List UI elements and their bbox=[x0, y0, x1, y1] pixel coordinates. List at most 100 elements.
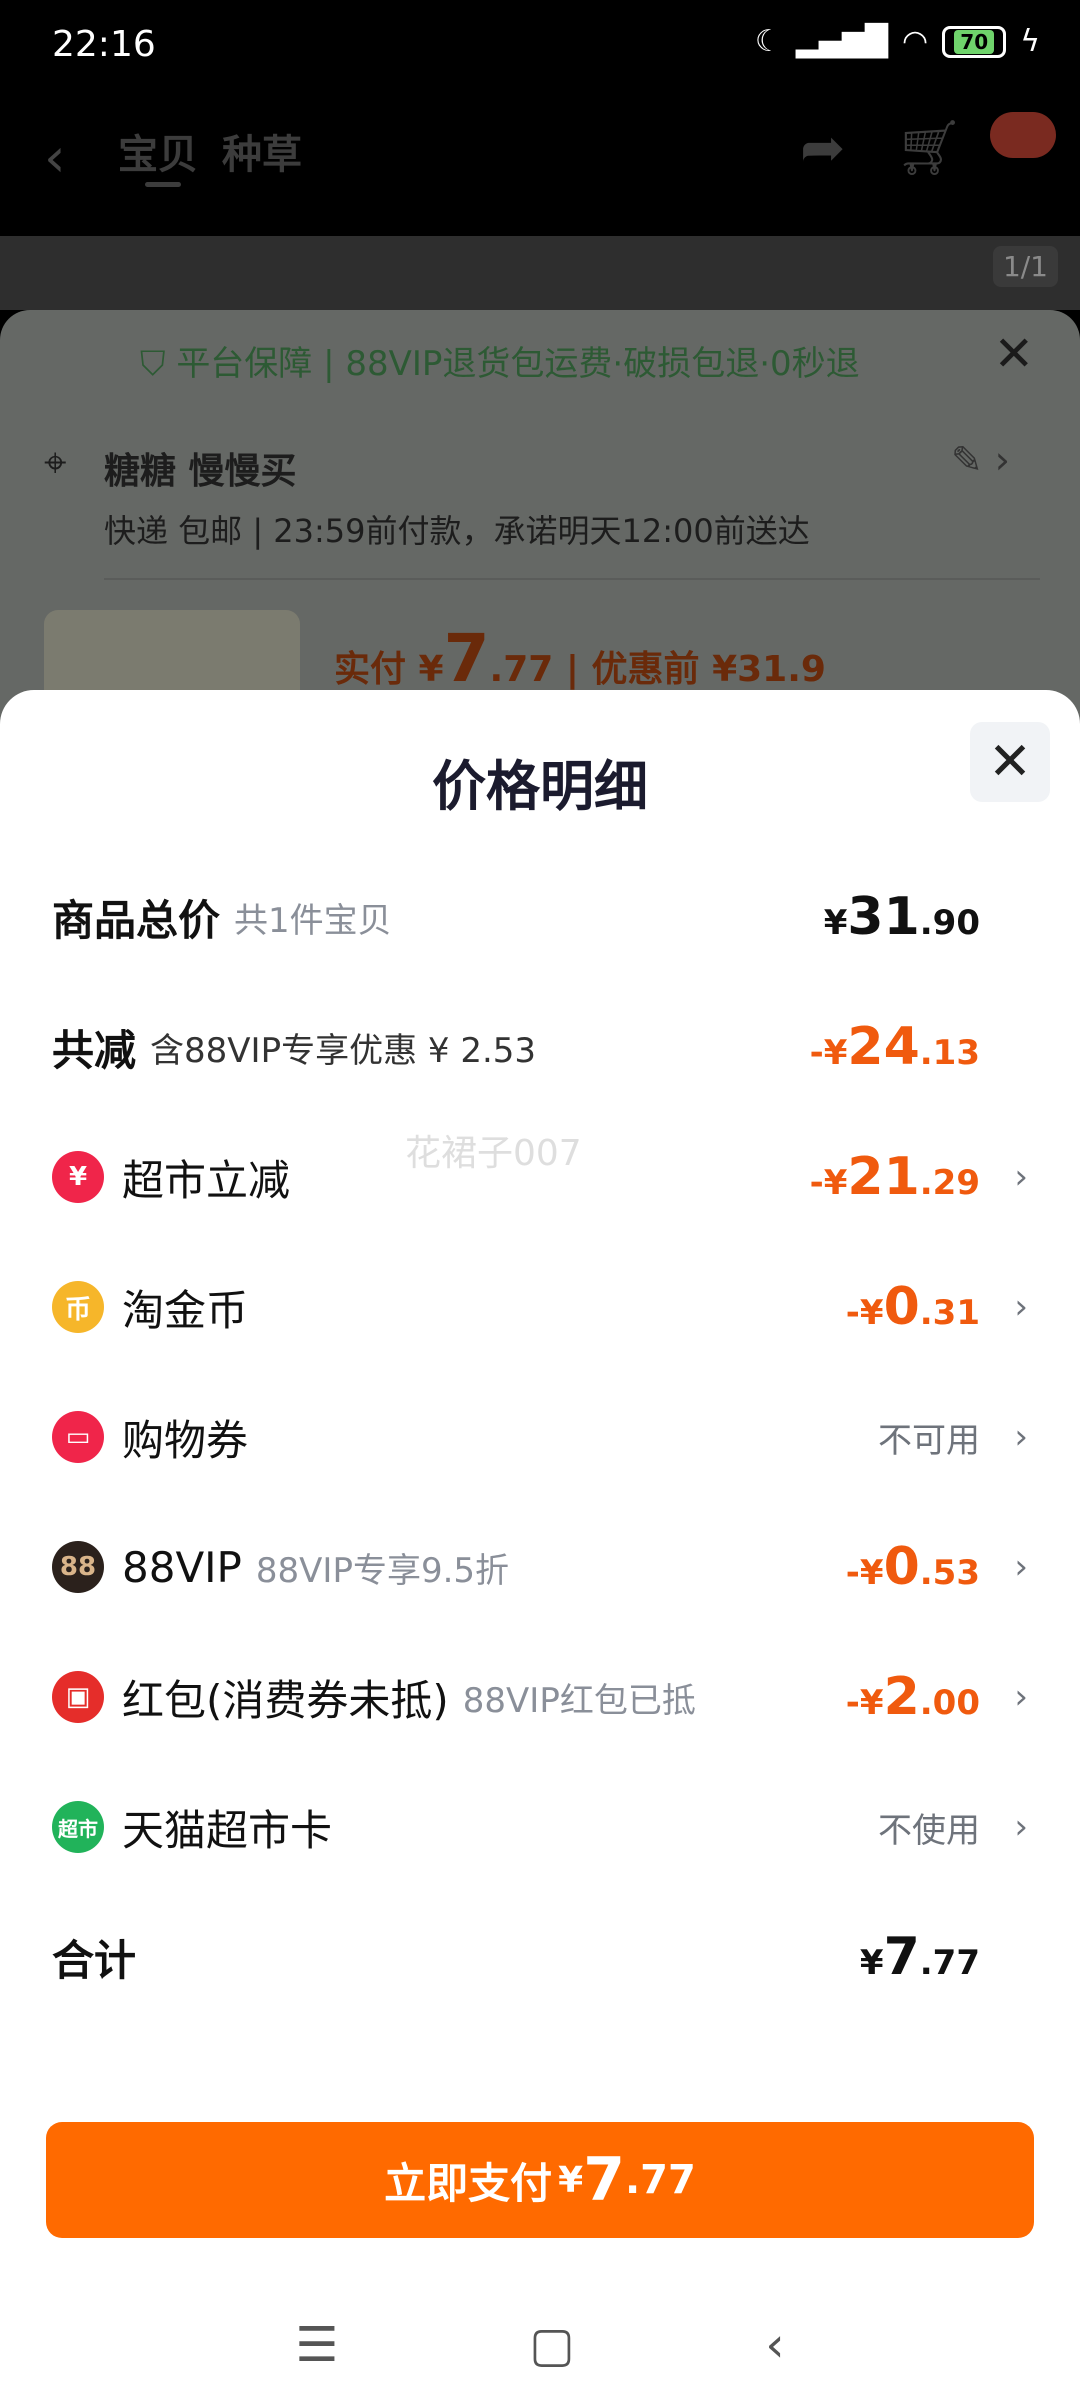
signal-icon: ▂▄▆█ bbox=[795, 24, 889, 59]
top-nav: ‹ 宝贝 种草 ➦ 🛒︎ bbox=[0, 96, 1080, 236]
row-amount: -¥21.29 bbox=[810, 1147, 980, 1207]
order-sheet: ⛉ 平台保障 | 88VIP退货包运费·破损包退·0秒退 ✕ ⌖ 糖糖 慢慢买 … bbox=[0, 310, 1080, 730]
pay-now-button[interactable]: 立即支付 ¥7.77 bbox=[46, 2122, 1034, 2238]
page-indicator: 1/1 bbox=[992, 246, 1058, 287]
close-icon[interactable]: ✕ bbox=[994, 326, 1034, 382]
pay-int: 7 bbox=[583, 2145, 625, 2215]
row-taojinbi[interactable]: 币 淘金币 -¥0.31 › bbox=[52, 1262, 1028, 1352]
status-icons: ☾ ▂▄▆█ ◠ 70 ϟ bbox=[755, 24, 1040, 59]
chevron-right-icon: › bbox=[1014, 1547, 1028, 1587]
charging-icon: ϟ bbox=[1020, 24, 1040, 59]
amount-dec: .90 bbox=[919, 903, 980, 943]
wifi-icon: ◠ bbox=[902, 24, 929, 59]
row-amount: -¥0.53 bbox=[846, 1537, 980, 1597]
address-name[interactable]: 糖糖 慢慢买 bbox=[104, 442, 297, 494]
more-icon[interactable] bbox=[990, 112, 1056, 158]
row-tmall-card[interactable]: 超市 天猫超市卡 不使用 › bbox=[52, 1782, 1028, 1872]
shipping-info: 快递 包邮 | 23:59前付款，承诺明天12:00前送达 bbox=[104, 512, 810, 550]
amount-dec: .00 bbox=[919, 1683, 980, 1723]
coupon-icon: ▭ bbox=[52, 1411, 104, 1463]
divider bbox=[104, 578, 1040, 580]
paid-dec: .77 bbox=[489, 649, 554, 690]
status-time: 22:16 bbox=[52, 24, 156, 65]
row-sub: 88VIP专享9.5折 bbox=[255, 1550, 510, 1591]
amount-currency: -¥ bbox=[809, 1033, 848, 1073]
row-status: 不可用 bbox=[878, 1420, 980, 1461]
system-nav-bar: ☰ ▢ ‹ bbox=[0, 2290, 1080, 2400]
menu-icon[interactable]: ☰ bbox=[295, 2317, 338, 2373]
row-amount: ¥31.90 bbox=[824, 887, 980, 947]
home-icon[interactable]: ▢ bbox=[529, 2317, 574, 2373]
gold-coin-icon: 币 bbox=[52, 1281, 104, 1333]
row-amount: -¥2.00 bbox=[846, 1667, 980, 1727]
row-sub: 含88VIP专享优惠 ¥ 2.53 bbox=[150, 1030, 537, 1071]
amount-int: 7 bbox=[883, 1927, 920, 1987]
watermark: 花裙子007 bbox=[405, 1133, 582, 1174]
amount-int: 31 bbox=[847, 887, 920, 947]
row-grand-total: 合计 ¥7.77 bbox=[52, 1912, 1028, 2002]
row-label: 天猫超市卡 bbox=[122, 1805, 333, 1855]
guarantee-text: 平台保障 | 88VIP退货包运费·破损包退·0秒退 bbox=[176, 344, 860, 384]
chevron-right-icon: › bbox=[1014, 1157, 1028, 1197]
row-sub: 共1件宝贝 bbox=[234, 900, 392, 941]
amount-dec: .29 bbox=[919, 1163, 980, 1203]
row-label: 合计 bbox=[52, 1935, 137, 1985]
yen-coin-icon: ¥ bbox=[52, 1151, 104, 1203]
amount-int: 0 bbox=[883, 1537, 920, 1597]
tab-grass[interactable]: 种草 bbox=[222, 122, 302, 180]
tab-indicator bbox=[145, 182, 181, 187]
row-label: 共减 bbox=[52, 1025, 137, 1075]
amount-int: 21 bbox=[847, 1147, 920, 1207]
back-icon[interactable]: ‹ bbox=[765, 2317, 784, 2373]
amount-int: 24 bbox=[847, 1017, 920, 1077]
row-amount: -¥0.31 bbox=[846, 1277, 980, 1337]
product-gallery: 1/1 bbox=[0, 236, 1080, 310]
status-bar: 22:16 ☾ ▂▄▆█ ◠ 70 ϟ bbox=[0, 0, 1080, 96]
row-total-reduction: 共减 含88VIP专享优惠 ¥ 2.53 -¥24.13 bbox=[52, 1002, 1028, 1092]
row-label: 超市立减 bbox=[122, 1155, 291, 1205]
row-shopping-coupon[interactable]: ▭ 购物券 不可用 › bbox=[52, 1392, 1028, 1482]
row-status: 不使用 bbox=[878, 1810, 980, 1851]
row-label: 红包(消费券未抵) bbox=[122, 1675, 449, 1725]
amount-currency: -¥ bbox=[845, 1293, 884, 1333]
row-goods-total: 商品总价 共1件宝贝 ¥31.90 bbox=[52, 872, 1028, 962]
chevron-right-icon: › bbox=[1014, 1287, 1028, 1327]
edit-icon[interactable]: ✎ › bbox=[951, 438, 1010, 482]
amount-dec: .77 bbox=[919, 1943, 980, 1983]
paid-amount: 实付 ¥7.77 | 优惠前 ¥31.9 bbox=[334, 620, 826, 697]
row-amount: -¥24.13 bbox=[810, 1017, 980, 1077]
row-label: 淘金币 bbox=[122, 1285, 249, 1335]
back-icon[interactable]: ‹ bbox=[44, 126, 66, 189]
amount-dec: .31 bbox=[919, 1293, 980, 1333]
paid-int: 7 bbox=[443, 620, 490, 697]
pay-currency: ¥ bbox=[558, 2159, 584, 2201]
red-packet-icon: ▣ bbox=[52, 1671, 104, 1723]
guarantee-banner: ⛉ 平台保障 | 88VIP退货包运费·破损包退·0秒退 bbox=[140, 336, 860, 385]
amount-currency: -¥ bbox=[845, 1553, 884, 1593]
before-discount: | 优惠前 ¥31.9 bbox=[565, 649, 826, 690]
tab-item[interactable]: 宝贝 bbox=[118, 122, 198, 180]
row-amount: ¥7.77 bbox=[860, 1927, 980, 1987]
paid-prefix: 实付 ¥ bbox=[334, 649, 444, 690]
row-red-packet[interactable]: ▣ 红包(消费券未抵) 88VIP红包已抵 -¥2.00 › bbox=[52, 1652, 1028, 1742]
supermarket-icon: 超市 bbox=[52, 1801, 104, 1853]
shield-icon: ⛉ bbox=[140, 344, 177, 384]
moon-icon: ☾ bbox=[754, 24, 782, 59]
pay-label: 立即支付 bbox=[384, 2158, 553, 2208]
chevron-right-icon: › bbox=[1014, 1417, 1028, 1457]
amount-dec: .53 bbox=[919, 1553, 980, 1593]
amount-int: 2 bbox=[883, 1667, 920, 1727]
amount-currency: ¥ bbox=[859, 1943, 884, 1983]
cart-icon[interactable]: 🛒︎ bbox=[895, 116, 964, 180]
location-pin-icon: ⌖ bbox=[44, 440, 67, 486]
amount-dec: .13 bbox=[919, 1033, 980, 1073]
vip-88-icon: 88 bbox=[52, 1541, 104, 1593]
row-sub: 88VIP红包已抵 bbox=[462, 1680, 696, 1721]
amount-int: 0 bbox=[883, 1277, 920, 1337]
row-label: 商品总价 bbox=[52, 895, 221, 945]
close-button[interactable]: ✕ bbox=[970, 722, 1050, 802]
row-label: 88VIP bbox=[122, 1542, 242, 1592]
row-88vip[interactable]: 88 88VIP 88VIP专享9.5折 -¥0.53 › bbox=[52, 1522, 1028, 1612]
amount-currency: -¥ bbox=[809, 1163, 848, 1203]
share-icon[interactable]: ➦ bbox=[800, 116, 845, 179]
